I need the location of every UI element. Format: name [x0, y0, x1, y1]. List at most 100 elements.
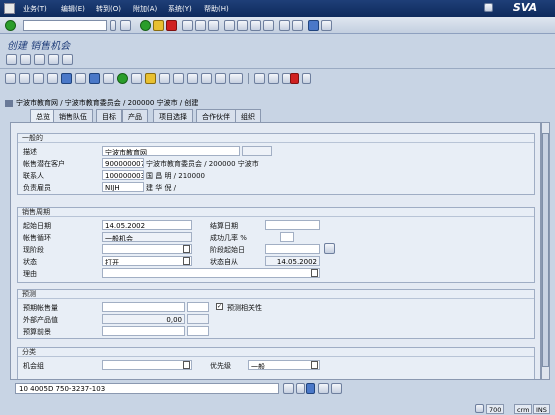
- forecast-relevant-checkbox[interactable]: ✓: [216, 303, 223, 310]
- locator-icon[interactable]: [47, 73, 58, 84]
- last-page-icon[interactable]: [263, 20, 274, 31]
- calendar-picker-icon[interactable]: [324, 243, 335, 254]
- other-object-icon[interactable]: [48, 54, 59, 65]
- description-field[interactable]: 宁波市教育网: [102, 146, 240, 156]
- address-f4-icon[interactable]: [283, 383, 294, 394]
- save-icon[interactable]: [120, 20, 131, 31]
- hierarchy-icon[interactable]: [103, 73, 114, 84]
- cancel-icon[interactable]: [166, 20, 177, 31]
- address-prev-icon[interactable]: [296, 383, 305, 394]
- enter-icon[interactable]: [5, 20, 16, 31]
- expected-unit-field[interactable]: [187, 302, 209, 312]
- doc-flow-icon[interactable]: [173, 73, 184, 84]
- note-icon[interactable]: [145, 73, 156, 84]
- cycle-field[interactable]: 一般机会: [102, 232, 192, 242]
- edit-icon[interactable]: [62, 54, 73, 65]
- end-date-field[interactable]: [265, 220, 320, 230]
- tab-sales-team[interactable]: 销售队伍: [53, 109, 93, 122]
- description-extra-field[interactable]: [242, 146, 272, 156]
- print-icon[interactable]: [182, 20, 193, 31]
- vertical-scrollbar[interactable]: [541, 122, 550, 380]
- extra-icon[interactable]: [268, 73, 279, 84]
- function-toolbar: [0, 70, 555, 87]
- tab-project-selection[interactable]: 项目选择: [153, 109, 193, 122]
- address-up-icon[interactable]: [306, 383, 315, 394]
- end-date-label: 结算日期: [210, 222, 238, 230]
- priority-f4-icon[interactable]: [311, 361, 318, 369]
- phase-field[interactable]: [102, 244, 192, 254]
- command-dropdown-icon[interactable]: [110, 20, 116, 31]
- new-doc-icon[interactable]: [19, 73, 30, 84]
- list-icon[interactable]: [75, 73, 86, 84]
- weighted-field[interactable]: 0,00: [102, 314, 185, 324]
- address-detail-icon[interactable]: [318, 383, 329, 394]
- more-icon[interactable]: [302, 73, 311, 84]
- action-icon[interactable]: [254, 73, 265, 84]
- command-field[interactable]: [23, 20, 107, 31]
- display-change-icon[interactable]: [6, 54, 17, 65]
- delete-icon[interactable]: [290, 73, 299, 84]
- breadcrumb-text: 宁波市教育网 / 宁波市教育委员会 / 200000 宁波市 / 创建: [16, 99, 199, 107]
- menu-item-edit[interactable]: 编辑(E): [61, 4, 85, 14]
- find-next-icon[interactable]: [208, 20, 219, 31]
- prospect-id-field[interactable]: 9000000070: [102, 158, 144, 168]
- status-field[interactable]: 打开: [102, 256, 192, 266]
- reason-f4-icon[interactable]: [311, 269, 318, 277]
- menu-bar: 业务(T) 编辑(E) 转到(O) 附加(A) 系统(Y) 帮助(H) SVA: [0, 0, 555, 17]
- create-icon[interactable]: [20, 54, 31, 65]
- contact-id-field[interactable]: 1000000036: [102, 170, 144, 180]
- status-f4-icon[interactable]: [183, 257, 190, 265]
- left-arrow-icon[interactable]: [61, 73, 72, 84]
- phase-start-field[interactable]: [265, 244, 320, 254]
- responsible-id-field[interactable]: NIJH: [102, 182, 144, 192]
- help-icon[interactable]: [308, 20, 319, 31]
- address-extra-icon[interactable]: [331, 383, 342, 394]
- right-arrow-icon[interactable]: [89, 73, 100, 84]
- menu-item-extras[interactable]: 附加(A): [133, 4, 157, 14]
- filter-icon[interactable]: [159, 73, 170, 84]
- back-icon[interactable]: [140, 20, 151, 31]
- menu-item-help[interactable]: 帮助(H): [204, 4, 229, 14]
- minimize-icon[interactable]: [484, 3, 493, 12]
- reason-field[interactable]: [102, 268, 320, 278]
- chance-field[interactable]: [280, 232, 294, 242]
- menu-item-business[interactable]: 业务(T): [23, 4, 47, 14]
- weighted-unit-field[interactable]: [187, 314, 209, 324]
- tab-goal[interactable]: 目标: [96, 109, 122, 122]
- tab-partners[interactable]: 合作伙伴: [196, 109, 236, 122]
- document-icon[interactable]: [5, 73, 16, 84]
- status-since-field[interactable]: 14.05.2002: [265, 256, 320, 266]
- phase-f4-icon[interactable]: [183, 245, 190, 253]
- text-icon[interactable]: [215, 73, 226, 84]
- open-icon[interactable]: [33, 73, 44, 84]
- copy-icon[interactable]: [34, 54, 45, 65]
- partner-icon[interactable]: [201, 73, 212, 84]
- status-icon[interactable]: [229, 73, 243, 84]
- calendar-icon[interactable]: [187, 73, 198, 84]
- menu-item-goto[interactable]: 转到(O): [96, 4, 121, 14]
- priority-field[interactable]: 一般: [248, 360, 320, 370]
- start-date-field[interactable]: 14.05.2002: [102, 220, 192, 230]
- group-f4-icon[interactable]: [183, 361, 190, 369]
- status-expand-icon[interactable]: [475, 404, 484, 413]
- shortcut-icon[interactable]: [292, 20, 303, 31]
- layout-menu-icon[interactable]: [321, 20, 332, 31]
- tab-organization[interactable]: 组织: [235, 109, 261, 122]
- app-menu-icon[interactable]: [4, 3, 15, 14]
- next-page-icon[interactable]: [250, 20, 261, 31]
- address-field[interactable]: 10 4005D 750-3237-103: [15, 383, 279, 394]
- exit-icon[interactable]: [153, 20, 164, 31]
- menu-item-system[interactable]: 系统(Y): [168, 4, 192, 14]
- tab-products[interactable]: 产品: [122, 109, 148, 122]
- budget-unit-field[interactable]: [187, 326, 209, 336]
- new-session-icon[interactable]: [279, 20, 290, 31]
- expected-field[interactable]: [102, 302, 185, 312]
- check-icon[interactable]: [117, 73, 128, 84]
- opportunity-group-field[interactable]: [102, 360, 192, 370]
- scrollbar-thumb[interactable]: [542, 133, 549, 367]
- find-icon[interactable]: [195, 20, 206, 31]
- budget-field[interactable]: [102, 326, 185, 336]
- tools-icon[interactable]: [131, 73, 142, 84]
- prev-page-icon[interactable]: [237, 20, 248, 31]
- first-page-icon[interactable]: [224, 20, 235, 31]
